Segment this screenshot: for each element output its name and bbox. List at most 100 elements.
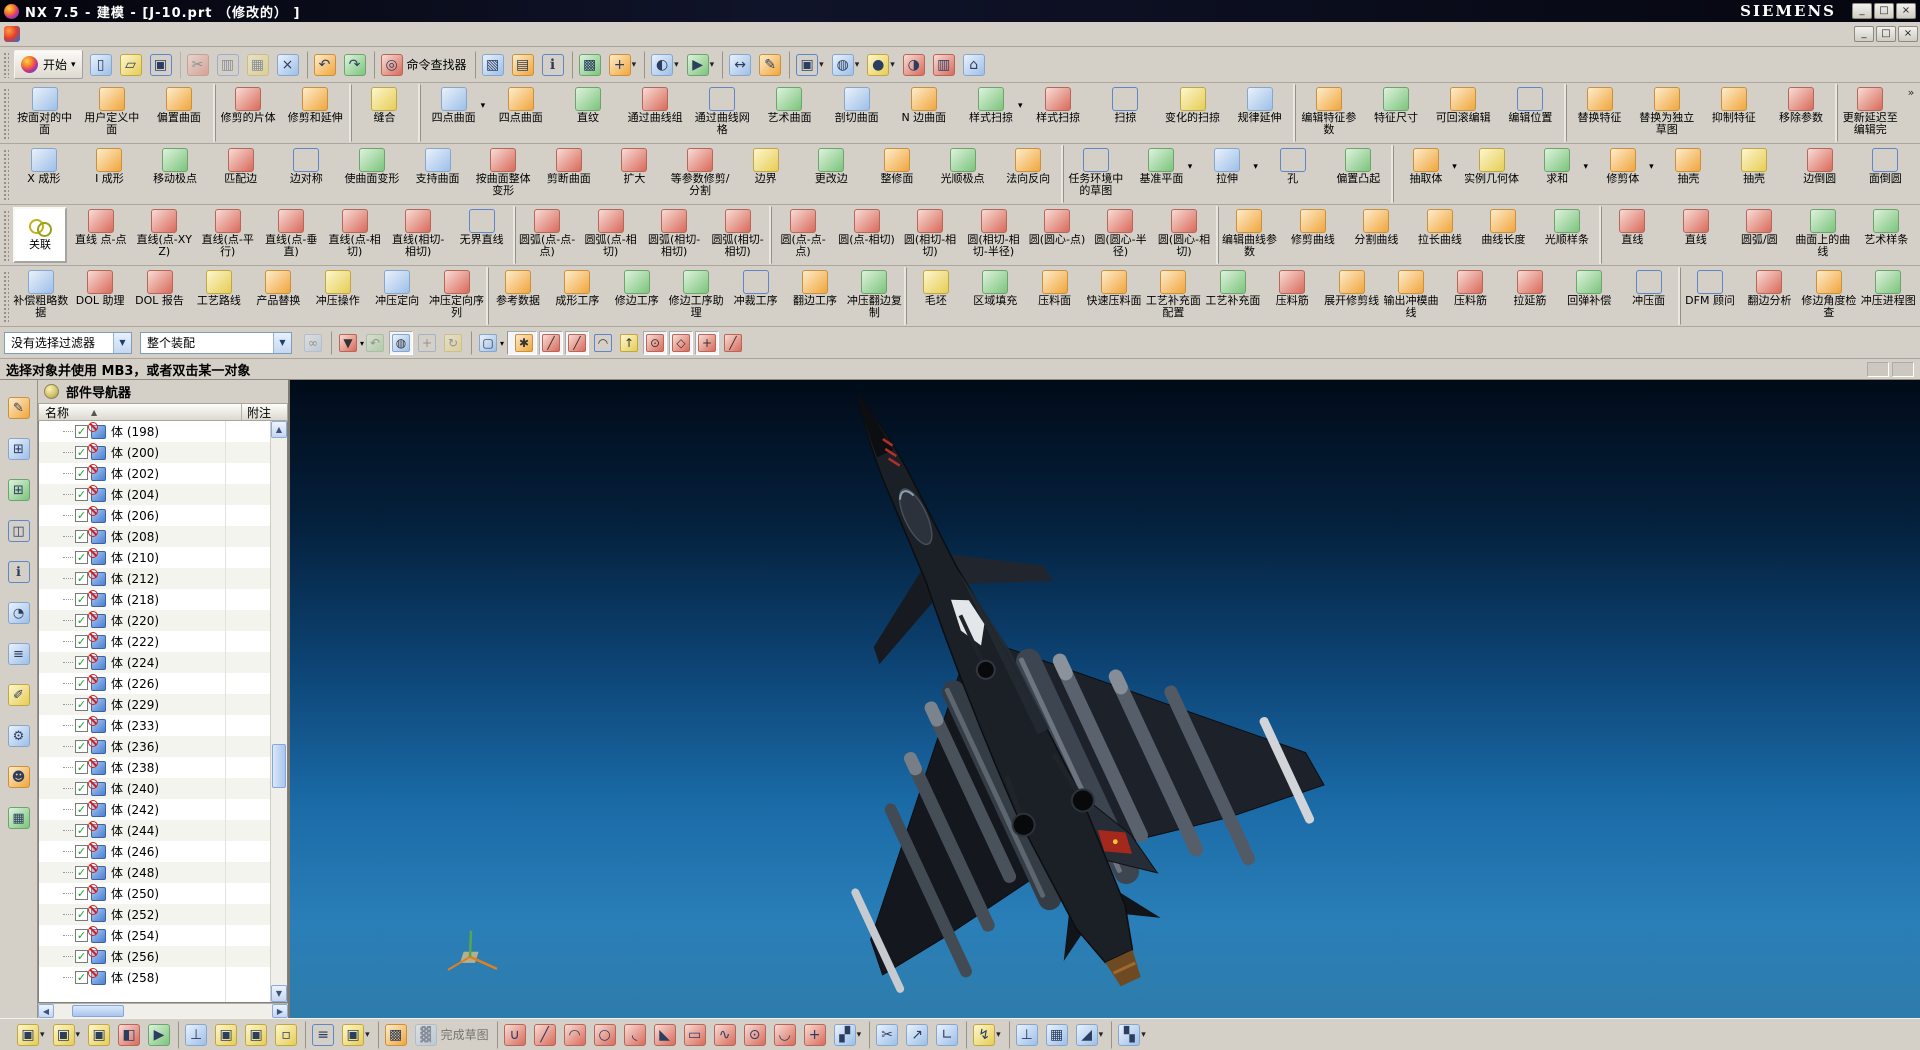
toolbar-button[interactable]: ◎ 命令查找器 — [374, 51, 471, 79]
toolbar-button[interactable]: 直线 — [1601, 206, 1664, 264]
selection-bar-button[interactable]: ↻ — [441, 331, 465, 355]
toolbar-button[interactable]: 圆(相切-相切-半径) — [962, 206, 1025, 264]
visibility-checkbox[interactable] — [75, 614, 88, 627]
toolbar-button[interactable]: 圆(圆心-半径) — [1089, 206, 1152, 264]
toolbar-button[interactable]: 冲裁工序 — [726, 267, 785, 325]
toolbar-button[interactable]: 修剪曲线 — [1281, 206, 1344, 264]
visibility-checkbox[interactable] — [75, 635, 88, 648]
part-navigator-row[interactable]: 体 (256) — [39, 946, 270, 967]
toolbar-button[interactable]: × — [273, 51, 303, 79]
toolbar-button[interactable]: 圆(点-点-点) — [771, 206, 834, 264]
toolbar-button[interactable]: 直线 点-点 — [69, 206, 132, 264]
toolbar-button[interactable]: ↔ — [722, 51, 755, 79]
toolbar-button[interactable]: 更新延迟至编辑完 — [1837, 84, 1904, 142]
toolbar-button[interactable]: 修剪的片体 — [215, 84, 282, 142]
visibility-checkbox[interactable] — [75, 677, 88, 690]
visibility-checkbox[interactable] — [75, 572, 88, 585]
toolbar-button[interactable]: ∟ — [932, 1021, 962, 1049]
toolbar-button[interactable]: ⊥ — [178, 1021, 211, 1049]
toolbar-button[interactable]: ↯ — [966, 1021, 1005, 1049]
toolbar-button[interactable]: 输出冲模曲线 — [1381, 267, 1440, 325]
toolbar-button[interactable]: 直线(点-平行) — [196, 206, 259, 264]
toolbar-button[interactable]: I 成形 — [77, 145, 143, 203]
selection-bar-button[interactable]: ⊙ — [643, 331, 667, 355]
toolbar-button[interactable]: 孔 — [1260, 145, 1326, 203]
toolbar-button[interactable]: ▦ — [1042, 1021, 1072, 1049]
part-navigator-row[interactable]: 体 (242) — [39, 799, 270, 820]
toolbar-button[interactable]: ▱ — [116, 51, 146, 79]
part-navigator-row[interactable]: 体 (198) — [39, 421, 270, 442]
toolbar-button[interactable]: 替换特征 — [1566, 84, 1633, 142]
selection-bar-button[interactable]: ◠ — [591, 331, 615, 355]
toolbar-button[interactable]: 圆(圆心-相切) — [1152, 206, 1215, 264]
scrollbar-thumb[interactable] — [272, 744, 286, 788]
resource-bar-tab[interactable]: ℹ — [5, 558, 33, 586]
part-navigator-row[interactable]: 体 (220) — [39, 610, 270, 631]
part-navigator-row[interactable]: 体 (212) — [39, 568, 270, 589]
selection-bar-button[interactable]: ∞ — [301, 331, 325, 355]
toolbar-button[interactable]: ● — [863, 51, 899, 79]
part-navigator-row[interactable]: 体 (222) — [39, 631, 270, 652]
toolbar-button[interactable]: N 边曲面 — [890, 84, 957, 142]
toolbar-button[interactable]: 圆(圆心-点) — [1025, 206, 1088, 264]
toolbar-button[interactable]: 圆弧(点-相切) — [579, 206, 642, 264]
graphics-viewport[interactable] — [290, 380, 1920, 1018]
toolbar-button[interactable]: 光顺极点 — [930, 145, 996, 203]
toolbar-button[interactable]: ▚ — [1111, 1021, 1150, 1049]
selection-bar-button[interactable]: ▼ — [331, 331, 361, 355]
toolbar-button[interactable]: 匹配边 — [208, 145, 274, 203]
toolbar-button[interactable]: 修剪和延伸 — [282, 84, 349, 142]
toolbar-button[interactable]: DOL 助理 — [70, 267, 129, 325]
toolbar-button[interactable]: ≡ — [305, 1021, 338, 1049]
menu-item[interactable] — [44, 31, 62, 37]
visibility-checkbox[interactable] — [75, 845, 88, 858]
toolbar-button[interactable]: 实例几何体 — [1459, 145, 1525, 203]
menu-item[interactable] — [62, 31, 80, 37]
restore-button[interactable]: □ — [1874, 3, 1894, 19]
toolbar-button[interactable]: 压料筋 — [1441, 267, 1500, 325]
toolbar-button[interactable]: ◍ — [828, 51, 864, 79]
associative-toggle-button[interactable]: 关联 — [13, 207, 67, 263]
toolbar-button[interactable]: 参考数据 — [488, 267, 547, 325]
toolbar-button[interactable]: 直线(点-XYZ) — [132, 206, 195, 264]
toolbar-button[interactable]: 等参数修剪/分割 — [667, 145, 733, 203]
toolbar-button[interactable]: 剖切曲面 — [823, 84, 890, 142]
toolbar-button[interactable]: ◟ — [620, 1021, 650, 1049]
selection-filter-combo[interactable]: 没有选择过滤器 — [4, 332, 132, 354]
toolbar-button[interactable]: ∪ — [497, 1021, 530, 1049]
part-navigator-row[interactable]: 体 (202) — [39, 463, 270, 484]
visibility-checkbox[interactable] — [75, 656, 88, 669]
toolbar-button[interactable]: 移动极点 — [142, 145, 208, 203]
toolbar-button[interactable]: 可回滚编辑 — [1430, 84, 1497, 142]
toolbar-button[interactable]: 圆弧/圆 — [1728, 206, 1791, 264]
toolbar-button[interactable]: ↷ — [340, 51, 370, 79]
toolbar-button[interactable]: 工艺补充面 — [1203, 267, 1262, 325]
toolbar-button[interactable]: 毛坯 — [906, 267, 965, 325]
toolbar-button[interactable]: 展开修剪线 — [1322, 267, 1381, 325]
toolbar-button[interactable]: 艺术样条 — [1855, 206, 1918, 264]
toolbar-button[interactable]: 通过曲线组 — [622, 84, 689, 142]
toolbar-button[interactable]: 工艺路线 — [189, 267, 248, 325]
toolbar-button[interactable]: ◢ — [1072, 1021, 1108, 1049]
visibility-checkbox[interactable] — [75, 425, 88, 438]
toolbar-button[interactable]: 抑制特征 — [1700, 84, 1767, 142]
toolbar-button[interactable]: ✂ — [869, 1021, 902, 1049]
visibility-checkbox[interactable] — [75, 593, 88, 606]
child-restore-button[interactable]: □ — [1876, 26, 1896, 42]
toolbar-button[interactable]: 拉延筋 — [1500, 267, 1559, 325]
selection-bar-button[interactable]: ╱ — [539, 331, 563, 355]
toolbar-button[interactable]: 抽壳 — [1656, 145, 1722, 203]
toolbar-button[interactable]: ✂ — [180, 51, 213, 79]
menu-item[interactable] — [242, 31, 260, 37]
resource-bar-tab[interactable]: ⊞ — [5, 476, 33, 504]
toolbar-grip[interactable] — [2, 270, 9, 322]
toolbar-button[interactable]: ▓ 完成草图 — [411, 1021, 493, 1049]
toolbar-button[interactable]: 光顺样条 — [1535, 206, 1598, 264]
horizontal-scrollbar[interactable]: ◀ ▶ — [38, 1003, 288, 1018]
visibility-checkbox[interactable] — [75, 488, 88, 501]
toolbar-button[interactable]: 使曲面变形 — [339, 145, 405, 203]
visibility-checkbox[interactable] — [75, 509, 88, 522]
visibility-checkbox[interactable] — [75, 761, 88, 774]
menu-item[interactable] — [116, 31, 134, 37]
toolbar-button[interactable]: ▩ — [572, 51, 605, 79]
